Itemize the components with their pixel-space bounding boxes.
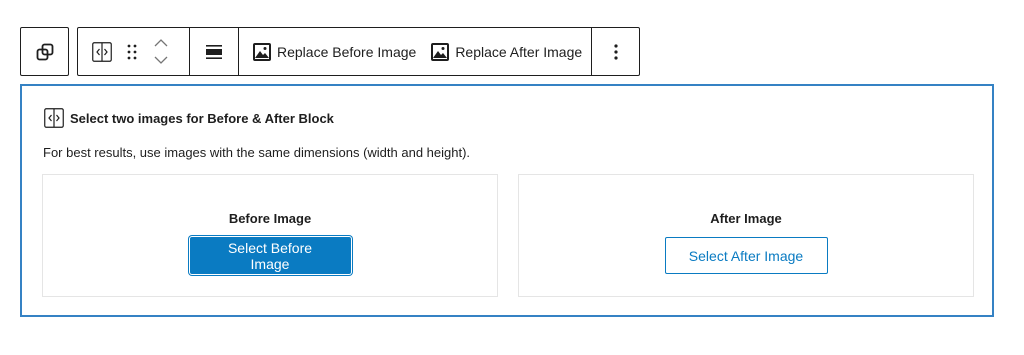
block-title-row: Select two images for Before & After Blo…	[44, 108, 334, 128]
drag-handle-icon[interactable]	[126, 43, 138, 61]
align-control	[189, 28, 238, 75]
block-description: For best results, use images with the sa…	[43, 145, 471, 160]
align-justify-icon[interactable]	[206, 44, 222, 60]
before-image-panel: Before Image Select Before Image	[42, 174, 498, 297]
image-icon	[253, 42, 271, 61]
replace-before-button[interactable]: Replace Before Image	[253, 42, 417, 61]
block-title: Select two images for Before & After Blo…	[70, 110, 334, 126]
replace-after-label: Replace After Image	[455, 43, 583, 60]
select-before-image-button[interactable]: Select Before Image	[189, 237, 351, 274]
before-after-icon[interactable]	[92, 41, 112, 62]
more-vertical-icon[interactable]	[613, 43, 618, 60]
block-mover	[154, 39, 168, 64]
replace-after-button[interactable]: Replace After Image	[431, 42, 583, 61]
after-image-panel: After Image Select After Image	[518, 174, 974, 297]
before-after-icon	[44, 108, 64, 128]
select-after-image-button[interactable]: Select After Image	[664, 237, 828, 274]
before-image-heading: Before Image	[228, 211, 312, 226]
replace-controls: Replace Before Image Replace After Image	[238, 28, 591, 75]
more-options	[591, 28, 639, 75]
image-icon	[431, 42, 450, 61]
block-controls	[78, 28, 189, 75]
duplicate-squares-icon[interactable]	[36, 43, 54, 61]
replace-before-label: Replace Before Image	[277, 43, 417, 60]
before-after-block[interactable]: Select two images for Before & After Blo…	[20, 84, 994, 317]
block-toolbar: Replace Before Image Replace After Image	[77, 27, 640, 76]
chevron-down-icon[interactable]	[154, 56, 168, 64]
after-image-heading: After Image	[710, 211, 782, 226]
chevron-up-icon[interactable]	[154, 39, 168, 47]
block-transform-toolbar	[20, 27, 69, 76]
